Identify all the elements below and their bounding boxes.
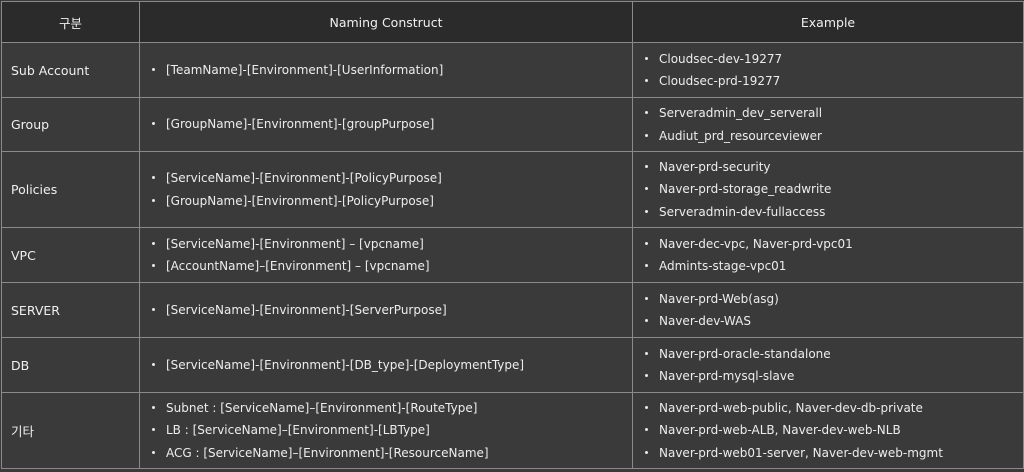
list-item: Naver-prd-web-public, Naver-dev-db-priva… (642, 397, 1023, 420)
list-item: [GroupName]-[Environment]-[groupPurpose] (149, 113, 632, 136)
list-item: [ServiceName]-[Environment] – [vpcname] (149, 233, 632, 256)
construct-cell: [ServiceName]-[Environment]-[ServerPurpo… (139, 282, 633, 338)
list-item: Subnet : [ServiceName]–[Environment]-[Ro… (149, 397, 632, 420)
list-item: Naver-prd-Web(asg) (642, 288, 1023, 311)
construct-cell: [ServiceName]-[Environment]-[DB_type]-[D… (139, 337, 633, 393)
table-row: Group [GroupName]-[Environment]-[groupPu… (1, 97, 1024, 152)
example-cell: Serveradmin_dev_serverall Audiut_prd_res… (632, 97, 1024, 152)
list-item: [ServiceName]-[Environment]-[DB_type]-[D… (149, 354, 632, 377)
list-item: [ServiceName]-[Environment]-[PolicyPurpo… (149, 167, 632, 190)
row-category: Sub Account (1, 42, 140, 98)
header-category: 구분 (1, 1, 140, 43)
list-item: Naver-prd-web-ALB, Naver-dev-web-NLB (642, 419, 1023, 442)
list-item: Naver-prd-security (642, 156, 1023, 179)
header-naming-construct: Naming Construct (139, 1, 633, 43)
row-category: 기타 (1, 392, 140, 469)
list-item: Cloudsec-prd-19277 (642, 70, 1023, 93)
header-example: Example (632, 1, 1024, 43)
row-category: Group (1, 97, 140, 152)
row-category: VPC (1, 227, 140, 283)
row-category: Policies (1, 151, 140, 228)
example-cell: Cloudsec-dev-19277 Cloudsec-prd-19277 (632, 42, 1024, 98)
header-row: 구분 Naming Construct Example (1, 1, 1024, 43)
example-cell: Naver-dec-vpc, Naver-prd-vpc01 Admints-s… (632, 227, 1024, 283)
table-row: SERVER [ServiceName]-[Environment]-[Serv… (1, 282, 1024, 338)
construct-cell: [GroupName]-[Environment]-[groupPurpose] (139, 97, 633, 152)
row-category: SERVER (1, 282, 140, 338)
example-cell: Naver-prd-security Naver-prd-storage_rea… (632, 151, 1024, 228)
list-item: [AccountName]–[Environment] – [vpcname] (149, 255, 632, 278)
list-item: Naver-prd-storage_readwrite (642, 178, 1023, 201)
list-item: [ServiceName]-[Environment]-[ServerPurpo… (149, 299, 632, 322)
naming-convention-table: 구분 Naming Construct Example Sub Account … (1, 1, 1024, 469)
list-item: Cloudsec-dev-19277 (642, 48, 1023, 71)
example-cell: Naver-prd-web-public, Naver-dev-db-priva… (632, 392, 1024, 469)
list-item: Admints-stage-vpc01 (642, 255, 1023, 278)
list-item: Naver-dec-vpc, Naver-prd-vpc01 (642, 233, 1023, 256)
list-item: Naver-prd-oracle-standalone (642, 343, 1023, 366)
construct-cell: Subnet : [ServiceName]–[Environment]-[Ro… (139, 392, 633, 469)
list-item: LB : [ServiceName]–[Environment]-[LBType… (149, 419, 632, 442)
example-cell: Naver-prd-oracle-standalone Naver-prd-my… (632, 337, 1024, 393)
list-item: Naver-prd-mysql-slave (642, 365, 1023, 388)
example-cell: Naver-prd-Web(asg) Naver-dev-WAS (632, 282, 1024, 338)
construct-cell: [ServiceName]-[Environment]-[PolicyPurpo… (139, 151, 633, 228)
list-item: Naver-dev-WAS (642, 310, 1023, 333)
list-item: Serveradmin_dev_serverall (642, 102, 1023, 125)
list-item: Serveradmin-dev-fullaccess (642, 201, 1023, 224)
construct-cell: [TeamName]-[Environment]-[UserInformatio… (139, 42, 633, 98)
table-row: VPC [ServiceName]-[Environment] – [vpcna… (1, 227, 1024, 283)
list-item: [TeamName]-[Environment]-[UserInformatio… (149, 59, 632, 82)
construct-cell: [ServiceName]-[Environment] – [vpcname] … (139, 227, 633, 283)
table-row: 기타 Subnet : [ServiceName]–[Environment]-… (1, 392, 1024, 469)
list-item: Audiut_prd_resourceviewer (642, 125, 1023, 148)
table-row: Policies [ServiceName]-[Environment]-[Po… (1, 151, 1024, 228)
list-item: Naver-prd-web01-server, Naver-dev-web-mg… (642, 442, 1023, 465)
list-item: [GroupName]-[Environment]-[PolicyPurpose… (149, 190, 632, 213)
row-category: DB (1, 337, 140, 393)
list-item: ACG : [ServiceName]–[Environment]-[Resou… (149, 442, 632, 465)
table-row: DB [ServiceName]-[Environment]-[DB_type]… (1, 337, 1024, 393)
table-row: Sub Account [TeamName]-[Environment]-[Us… (1, 42, 1024, 98)
